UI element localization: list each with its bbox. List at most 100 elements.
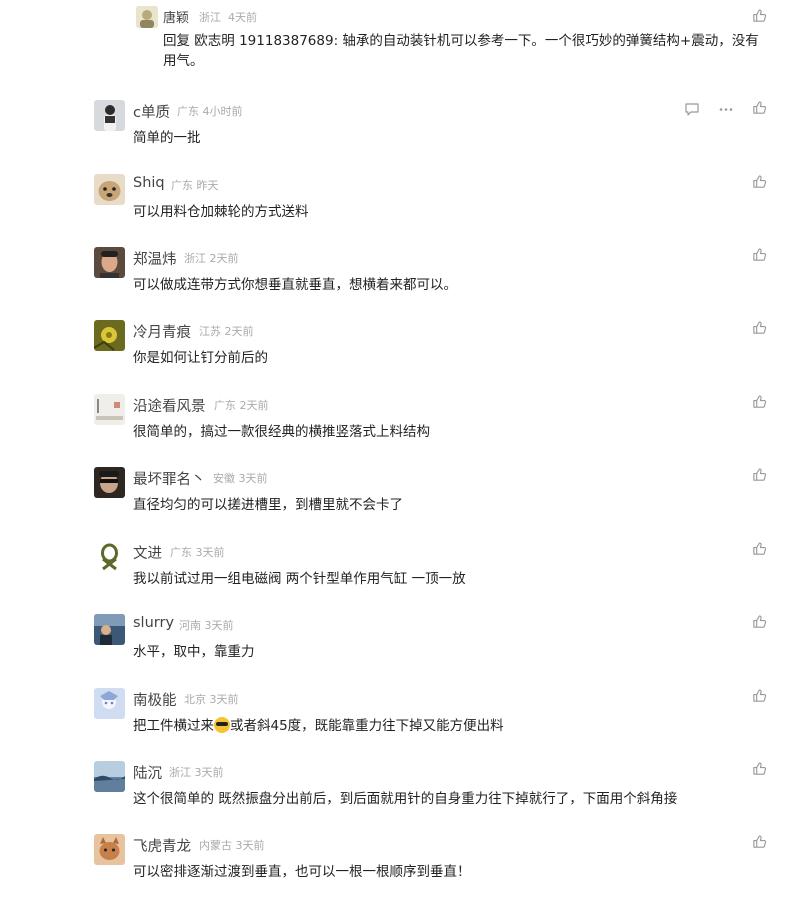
- avatar[interactable]: [94, 394, 125, 425]
- time-label: 2天前: [224, 325, 254, 338]
- comment-meta: 江苏 2天前: [199, 323, 254, 339]
- comment-text: 把工件横过来 或者斜45度，既能靠重力往下掉又能方便出料: [133, 714, 504, 734]
- avatar[interactable]: [94, 174, 125, 205]
- comment-text: 这个很简单的 既然振盘分出前后，到后面就用针的自身重力往下掉就行了，下面用个斜角…: [133, 791, 678, 807]
- comment-list: 唐颖 浙江 4天前 回复 欧志明 19118387689: 轴承的自动装针机可以…: [0, 0, 807, 898]
- comment-item: 文进 广东 3天前 我以前试过用一组电磁阀 两个针型单作用气缸 一顶一放: [0, 541, 807, 614]
- comment-item: 郑温炜 浙江 2天前 可以做成连带方式你想垂直就垂直，想横着来都可以。: [0, 247, 807, 320]
- comment-meta: 内蒙古 3天前: [199, 837, 265, 853]
- thumbs-up-icon[interactable]: [752, 247, 767, 262]
- comment-meta: 浙江 2天前: [184, 250, 239, 266]
- thumbs-up-icon[interactable]: [752, 394, 767, 409]
- thumbs-up-icon[interactable]: [752, 320, 767, 335]
- comment-text: 可以做成连带方式你想垂直就垂直，想横着来都可以。: [133, 277, 457, 293]
- thumbs-up-icon[interactable]: [752, 100, 767, 115]
- avatar[interactable]: [94, 834, 125, 865]
- comment-meta: 浙江 3天前: [169, 764, 224, 780]
- comment-text: 回复 欧志明 19118387689: 轴承的自动装针机可以参考一下。一个很巧妙…: [163, 31, 763, 71]
- comment-text: 我以前试过用一组电磁阀 两个针型单作用气缸 一顶一放: [133, 571, 466, 587]
- time-label: 2天前: [239, 399, 269, 412]
- region-label: 广东: [177, 105, 199, 118]
- commenter-name[interactable]: 文进: [133, 542, 162, 563]
- time-label: 3天前: [204, 619, 234, 632]
- thumbs-up-icon[interactable]: [752, 614, 767, 629]
- reply-bubble-icon[interactable]: [684, 102, 700, 117]
- avatar[interactable]: [94, 541, 125, 572]
- commenter-name[interactable]: 沿途看风景: [133, 395, 206, 416]
- comment-item: c单质 广东 4小时前 简单的一批: [0, 100, 807, 173]
- mention-link[interactable]: 欧志明 19118387689: [194, 33, 333, 49]
- time-label: 3天前: [209, 693, 239, 706]
- cool-emoji-icon: [214, 717, 230, 733]
- comment-text: 可以密排逐渐过渡到垂直，也可以一根一根顺序到垂直！: [133, 864, 471, 880]
- avatar[interactable]: [94, 614, 125, 645]
- commenter-name[interactable]: Shiq: [133, 175, 165, 191]
- comment-item: 飞虎青龙 内蒙古 3天前 可以密排逐渐过渡到垂直，也可以一根一根顺序到垂直！: [0, 834, 807, 907]
- commenter-name[interactable]: 飞虎青龙: [133, 835, 191, 856]
- commenter-name[interactable]: slurry: [133, 615, 174, 631]
- time-label: 4小时前: [202, 105, 243, 118]
- thumbs-up-icon[interactable]: [752, 688, 767, 703]
- region-label: 江苏: [199, 325, 221, 338]
- commenter-name[interactable]: 郑温炜: [133, 248, 177, 269]
- comment-text: 你是如何让钉分前后的: [133, 350, 268, 366]
- comment-meta: 广东 4小时前: [177, 103, 243, 119]
- comment-meta: 河南 3天前: [179, 617, 234, 633]
- reply-prefix: 回复: [163, 33, 190, 49]
- avatar[interactable]: [94, 761, 125, 792]
- comment-item: Shiq 广东 昨天 可以用料仓加棘轮的方式送料: [0, 174, 807, 247]
- avatar[interactable]: [94, 320, 125, 351]
- comment-text: 很简单的，搞过一款很经典的横推竖落式上料结构: [133, 424, 430, 440]
- commenter-name[interactable]: 冷月青痕: [133, 321, 191, 342]
- commenter-name[interactable]: 最坏罪名丶: [133, 468, 206, 489]
- region-label: 广东: [170, 546, 192, 559]
- thumbs-up-icon[interactable]: [752, 834, 767, 849]
- time-label: 3天前: [238, 472, 268, 485]
- comment-text-after: 或者斜45度，既能靠重力往下掉又能方便出料: [230, 718, 504, 734]
- region-label: 浙江: [184, 252, 206, 265]
- comment-meta: 广东 昨天: [171, 177, 219, 193]
- time-label: 昨天: [196, 179, 219, 192]
- thumbs-up-icon[interactable]: [752, 541, 767, 556]
- time-label: 4天前: [228, 11, 257, 24]
- commenter-name[interactable]: 唐颖: [163, 7, 189, 26]
- commenter-name[interactable]: c单质: [133, 101, 170, 122]
- avatar[interactable]: [94, 100, 125, 131]
- avatar[interactable]: [136, 6, 158, 28]
- time-label: 3天前: [195, 546, 225, 559]
- avatar[interactable]: [94, 467, 125, 498]
- region-label: 浙江: [199, 11, 221, 24]
- commenter-name[interactable]: 南极能: [133, 689, 177, 710]
- time-label: 3天前: [194, 766, 224, 779]
- comment-meta: 广东 3天前: [170, 544, 225, 560]
- comment-text-before: 把工件横过来: [133, 718, 214, 734]
- comment-item: 最坏罪名丶 安徽 3天前 直径均匀的可以搓进槽里，到槽里就不会卡了: [0, 467, 807, 540]
- reply-item: 唐颖 浙江 4天前 回复 欧志明 19118387689: 轴承的自动装针机可以…: [0, 0, 807, 80]
- comment-text: 简单的一批: [133, 130, 201, 146]
- region-label: 安徽: [213, 472, 235, 485]
- time-label: 3天前: [235, 839, 265, 852]
- more-dots-icon[interactable]: [718, 102, 734, 117]
- thumbs-up-icon[interactable]: [752, 761, 767, 776]
- region-label: 内蒙古: [199, 839, 232, 852]
- thumbs-up-icon[interactable]: [752, 467, 767, 482]
- comment-text: 可以用料仓加棘轮的方式送料: [133, 204, 309, 220]
- comment-text: 水平，取中，靠重力: [133, 644, 255, 660]
- region-label: 河南: [179, 619, 201, 632]
- region-label: 广东: [214, 399, 236, 412]
- comment-text: 直径均匀的可以搓进槽里，到槽里就不会卡了: [133, 497, 403, 513]
- thumbs-up-icon[interactable]: [752, 174, 767, 189]
- time-label: 2天前: [209, 252, 239, 265]
- region-label: 北京: [184, 693, 206, 706]
- region-label: 浙江: [169, 766, 191, 779]
- comment-meta: 北京 3天前: [184, 691, 239, 707]
- commenter-name[interactable]: 陆沉: [133, 762, 162, 783]
- comment-item: 冷月青痕 江苏 2天前 你是如何让钉分前后的: [0, 320, 807, 393]
- thumbs-up-icon[interactable]: [752, 8, 767, 23]
- region-label: 广东: [171, 179, 193, 192]
- avatar[interactable]: [94, 688, 125, 719]
- avatar[interactable]: [94, 247, 125, 278]
- comment-meta: 浙江 4天前: [199, 9, 257, 25]
- comment-item: 陆沉 浙江 3天前 这个很简单的 既然振盘分出前后，到后面就用针的自身重力往下掉…: [0, 761, 807, 834]
- comment-meta: 广东 2天前: [214, 397, 269, 413]
